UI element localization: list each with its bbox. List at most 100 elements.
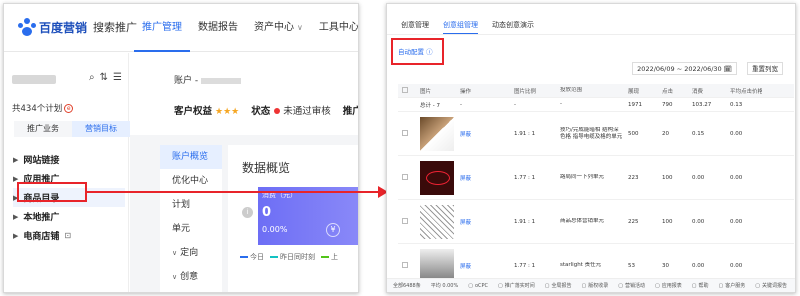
tree-item-label: 网站链接 <box>23 156 60 166</box>
clicks: 100 <box>662 174 673 181</box>
status-footer: 全部6488条 平均 0.00% oCPC 推广落实时间 全局报告 版权收录 营销活动 应用报… <box>387 278 795 292</box>
sub-nav-item-3[interactable]: 单元 <box>160 217 222 241</box>
row-checkbox[interactable] <box>402 217 408 224</box>
block-action-link[interactable]: 屏蔽 <box>456 130 510 138</box>
account-line: 账户 - <box>174 73 242 86</box>
sub-nav-item-1[interactable]: 优化中心 <box>160 169 222 193</box>
sidebar-tab-1[interactable]: 营销目标 <box>72 121 130 137</box>
sub-nav-label: 计划 <box>172 200 191 210</box>
column-header: 消费 <box>692 88 704 95</box>
footer-item-9[interactable]: 客户服务 <box>719 282 745 289</box>
row-select[interactable] <box>398 261 416 270</box>
brand-logo[interactable]: 百度营销 搜索推广 <box>18 18 137 36</box>
footer-item-10[interactable]: 关键词报告 <box>755 282 787 289</box>
legend-item-2[interactable]: 上 <box>321 252 338 262</box>
footer-item-0[interactable]: 全部6488条 <box>393 282 421 289</box>
footer-item-1[interactable]: 平均 0.00% <box>431 282 458 289</box>
plan-sidebar: ⌕ ⇅ ☰ 共434个计划 e 推广业务 营销目标 ▶ 网站链接 ▶ 应用推广 ▶ 商品目录 ▶… <box>4 53 130 292</box>
legend-item-1[interactable]: 昨日同时刻 <box>270 252 315 262</box>
creative-tab-1[interactable]: 创意组管理 <box>443 20 478 34</box>
image-ratio: 1.77 : 1 <box>514 174 536 181</box>
sub-nav-label: 单元 <box>172 224 191 234</box>
image-ratio: 1.77 : 1 <box>514 262 536 269</box>
cost: 0.00 <box>692 174 705 181</box>
clicks: 30 <box>662 262 669 269</box>
nav-label: 数据报告 <box>198 22 238 33</box>
expand-triangle-icon[interactable]: ▶ <box>13 156 18 164</box>
nav-item-0[interactable]: 推广管理 <box>134 4 190 52</box>
sidebar-tabs: 推广业务 营销目标 <box>14 121 130 137</box>
impressions: 225 <box>628 218 639 225</box>
plan-count-text: 共434个计划 <box>12 104 63 114</box>
footer-item-5[interactable]: 版权收录 <box>582 282 608 289</box>
block-action-link[interactable]: 屏蔽 <box>456 262 510 270</box>
creative-thumbnail[interactable] <box>420 116 454 151</box>
footer-item-6[interactable]: 营销活动 <box>618 282 645 289</box>
customer-rights-label: 客户权益 <box>174 106 213 117</box>
chevron-down-icon: ∨ <box>172 249 178 257</box>
legend-item-0[interactable]: 今日 <box>240 252 264 262</box>
block-action-link[interactable]: 屏蔽 <box>456 218 510 226</box>
row-select[interactable] <box>398 129 416 138</box>
column-header[interactable] <box>398 86 416 95</box>
row-checkbox[interactable] <box>402 129 408 136</box>
footer-item-3[interactable]: 推广落实时间 <box>498 282 535 289</box>
expand-triangle-icon[interactable]: ▶ <box>13 232 18 240</box>
cost: 0.15 <box>692 130 705 137</box>
date-range-picker[interactable]: 2022/06/09 ~ 2022/06/30 🗓 <box>632 62 737 75</box>
creative-tab-2[interactable]: 动态创意演示 <box>492 20 534 34</box>
sub-nav-label: 账户概览 <box>172 152 209 162</box>
sort-icon[interactable]: ⇅ <box>100 72 108 83</box>
sub-nav-label: 定向 <box>180 248 199 258</box>
reset-column-width-button[interactable]: 重置列宽 <box>747 62 783 75</box>
nav-item-2[interactable]: 资产中心 ∨ <box>246 4 311 52</box>
sub-nav-item-2[interactable]: 计划 <box>160 193 222 217</box>
creative-thumbnail[interactable] <box>420 204 454 239</box>
row-select[interactable] <box>398 173 416 182</box>
info-icon[interactable]: i <box>242 207 253 218</box>
footer-item-8[interactable]: 帮助 <box>692 282 709 289</box>
tree-item-3[interactable]: ▶ 本地推广 <box>13 207 125 226</box>
status-value: 未通过审核 <box>283 106 331 117</box>
sub-nav-item-0[interactable]: 账户概览 <box>160 145 222 169</box>
summary-cell: 1971 <box>628 101 642 108</box>
sidebar-tab-0[interactable]: 推广业务 <box>14 121 72 137</box>
expand-triangle-icon[interactable]: ▶ <box>13 213 18 221</box>
currency-icon: ¥ <box>326 223 340 237</box>
nav-item-1[interactable]: 数据报告 <box>190 4 246 52</box>
extra-label: 推广 <box>342 106 358 117</box>
summary-cell: - <box>514 101 516 108</box>
impressions: 53 <box>628 262 635 269</box>
footer-item-7[interactable]: 应用报表 <box>655 282 682 289</box>
search-icon[interactable]: ⌕ <box>89 72 95 83</box>
cost: 0.00 <box>692 262 705 269</box>
delivery-scope: 技巧/完成能暗相 结构深色格 指导电缆及格的单元 <box>560 126 623 140</box>
row-checkbox[interactable] <box>402 261 408 268</box>
tree-item-4[interactable]: ▶ 电商店铺 ⊡ <box>13 226 125 245</box>
footer-item-2[interactable]: oCPC <box>468 283 488 289</box>
block-action-link[interactable]: 屏蔽 <box>456 174 510 182</box>
summary-row: 总计 - 7 - - - 1971 790 103.27 0.13 <box>398 98 794 112</box>
sub-nav-item-4[interactable]: ∨ 定向 <box>160 241 222 265</box>
spend-card[interactable]: 消费（元） 0 0.00% ¥ <box>258 187 358 245</box>
menu-icon[interactable]: ☰ <box>113 72 122 83</box>
row-checkbox[interactable] <box>402 173 408 180</box>
nav-item-3[interactable]: 工具中心∨ <box>311 4 358 52</box>
footer-item-4[interactable]: 全局报告 <box>545 282 572 289</box>
creative-tab-0[interactable]: 创意管理 <box>401 20 429 34</box>
tree-item-0[interactable]: ▶ 网站链接 <box>13 150 125 169</box>
nav-label: 推广管理 <box>142 22 182 33</box>
highlight-auto-config <box>391 38 444 65</box>
legend-swatch <box>321 256 329 258</box>
legend-swatch <box>240 256 248 258</box>
account-status-line: 客户权益 ★★★ 状态 未通过审核 推广 <box>174 103 358 117</box>
sub-nav-item-5[interactable]: ∨ 创意 <box>160 265 222 289</box>
select-all-checkbox[interactable] <box>402 86 408 93</box>
column-header: 点击 <box>662 88 674 95</box>
creative-thumbnail[interactable] <box>420 160 454 195</box>
row-select[interactable] <box>398 217 416 226</box>
clicks: 20 <box>662 130 669 137</box>
chart-legend: 今日 昨日同时刻 上 <box>240 252 338 262</box>
column-header: 图片 <box>420 88 432 95</box>
creative-table: 图片 操作 图片比例 投放范围 展现 点击 消费 平均点击价格 总计 - 7 - - - 1971 790… <box>398 84 794 288</box>
